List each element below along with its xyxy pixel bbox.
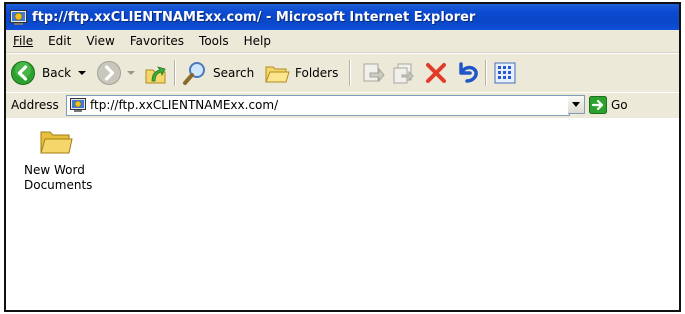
address-dropdown-button[interactable] xyxy=(568,95,585,114)
ie-window: ftp://ftp.xxCLIENTNAMExx.com/ - Microsof… xyxy=(4,2,681,312)
list-item[interactable]: New Word Documents xyxy=(22,126,102,208)
delete-icon[interactable] xyxy=(424,61,448,85)
go-arrow-icon[interactable] xyxy=(589,96,607,114)
folder-label: New Word Documents xyxy=(24,163,104,193)
window-title: ftp://ftp.xxCLIENTNAMExx.com/ - Microsof… xyxy=(32,9,476,25)
address-label: Address xyxy=(11,98,59,112)
title-bar[interactable]: ftp://ftp.xxCLIENTNAMExx.com/ - Microsof… xyxy=(6,4,679,30)
go-label[interactable]: Go xyxy=(611,98,628,112)
forward-arrow-icon[interactable] xyxy=(96,60,122,86)
menu-edit[interactable]: Edit xyxy=(48,34,71,48)
menu-bar: File Edit View Favorites Tools Help xyxy=(6,30,679,53)
folder-label-line1: New Word xyxy=(24,163,85,177)
menu-help[interactable]: Help xyxy=(244,34,271,48)
folders-icon[interactable] xyxy=(264,61,290,85)
menu-view[interactable]: View xyxy=(86,34,114,48)
folder-label-line2: Documents xyxy=(24,178,93,192)
ftp-page-icon xyxy=(70,98,86,112)
copy-to-icon[interactable] xyxy=(392,61,416,85)
menu-file[interactable]: File xyxy=(13,34,33,48)
undo-icon[interactable] xyxy=(456,61,480,85)
views-icon[interactable] xyxy=(494,62,516,84)
menu-favorites[interactable]: Favorites xyxy=(130,34,184,48)
forward-dropdown-icon[interactable] xyxy=(127,69,135,77)
back-arrow-icon[interactable] xyxy=(10,60,36,86)
search-label[interactable]: Search xyxy=(213,66,254,80)
address-bar: Address ftp://ftp.xxCLIENTNAMExx.com/ Go xyxy=(6,92,679,119)
up-folder-icon[interactable] xyxy=(143,60,169,86)
back-label[interactable]: Back xyxy=(42,66,71,80)
menu-tools[interactable]: Tools xyxy=(199,34,229,48)
ie-ftp-icon xyxy=(10,9,27,25)
address-input[interactable]: ftp://ftp.xxCLIENTNAMExx.com/ xyxy=(66,95,570,116)
search-icon[interactable] xyxy=(182,60,208,86)
address-url[interactable]: ftp://ftp.xxCLIENTNAMExx.com/ xyxy=(90,98,278,112)
standard-toolbar: Back Search Folders xyxy=(6,53,679,93)
chevron-down-icon xyxy=(572,102,580,107)
back-dropdown-icon[interactable] xyxy=(78,69,86,77)
folders-label[interactable]: Folders xyxy=(295,66,338,80)
move-to-icon[interactable] xyxy=(361,61,385,85)
folder-icon xyxy=(40,131,73,154)
folder-view: New Word Documents xyxy=(6,118,679,310)
